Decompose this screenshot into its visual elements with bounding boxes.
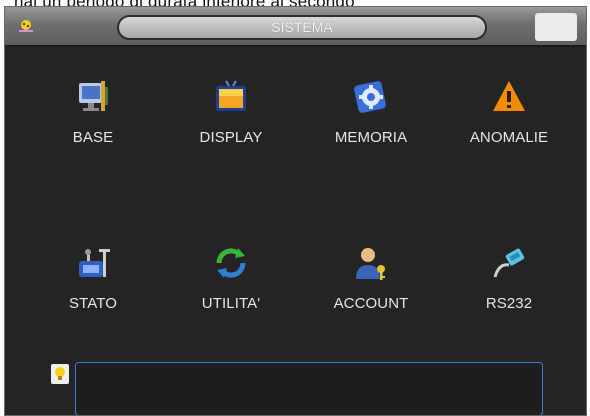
menu-item-label: STATO	[68, 295, 117, 312]
menu-item-label: ANOMALIE	[469, 129, 549, 146]
monitor-tools-icon	[79, 81, 108, 111]
lightbulb-icon	[51, 364, 69, 384]
serial-cable-icon	[493, 248, 525, 278]
tip-message-box	[75, 362, 543, 415]
menu-item-label: DISPLAY	[199, 129, 263, 146]
user-key-icon	[356, 248, 385, 280]
menu-item-utilita[interactable]: UTILITA'	[171, 243, 291, 312]
menu-item-base[interactable]: BASE	[33, 77, 153, 146]
menu-item-label: BASE	[72, 129, 114, 146]
menu-item-label: UTILITA'	[201, 295, 261, 312]
app-logo-icon	[19, 20, 33, 32]
menu-item-label: RS232	[485, 295, 533, 312]
gear-disk-icon	[354, 81, 386, 113]
menu-item-rs232[interactable]: RS232	[449, 243, 569, 312]
system-window: SISTEMA BASE DISPLAY MEMORIA ANOMALIE ST…	[4, 6, 587, 416]
warning-icon	[493, 81, 525, 111]
menu-item-stato[interactable]: STATO	[33, 243, 153, 312]
title-close-area[interactable]	[535, 13, 577, 41]
menu-item-anomalie[interactable]: ANOMALIE	[449, 77, 569, 146]
menu-item-display[interactable]: DISPLAY	[171, 77, 291, 146]
menu-item-label: ACCOUNT	[333, 295, 409, 312]
title-bar: SISTEMA	[5, 7, 586, 47]
menu-content: BASE DISPLAY MEMORIA ANOMALIE STATO UTIL…	[5, 47, 586, 415]
menu-item-memoria[interactable]: MEMORIA	[311, 77, 431, 146]
tv-icon	[216, 80, 246, 111]
window-title: SISTEMA	[117, 15, 487, 40]
menu-item-label: MEMORIA	[334, 129, 408, 146]
refresh-icon	[216, 248, 246, 278]
menu-item-account[interactable]: ACCOUNT	[311, 243, 431, 312]
status-tools-icon	[79, 249, 110, 277]
